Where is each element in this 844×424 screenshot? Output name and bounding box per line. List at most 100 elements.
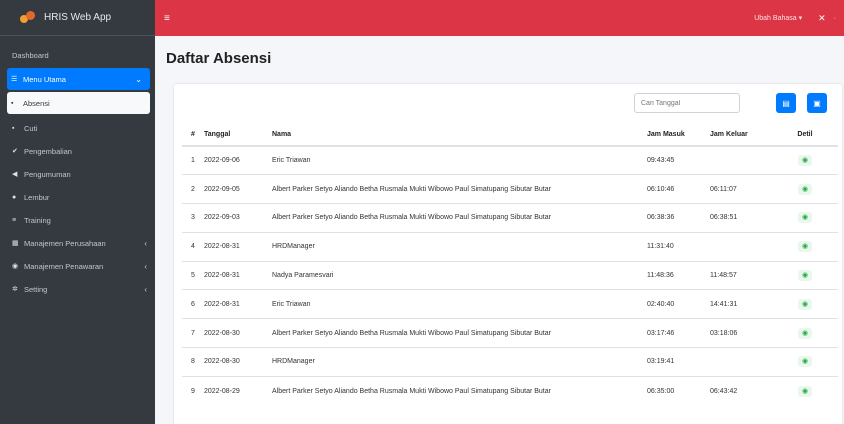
cell-time-in: 06:10:46: [647, 174, 710, 204]
calendar-icon: ▪: [12, 124, 15, 132]
expand-icon[interactable]: ✕: [818, 13, 826, 24]
cell-time-out: 03:18:06: [710, 318, 772, 348]
eye-icon[interactable]: ◉: [798, 212, 812, 224]
menu-icon[interactable]: ≡: [164, 13, 170, 24]
language-dropdown[interactable]: Ubah Bahasa ▾: [754, 14, 802, 22]
cell-time-in: 06:38:36: [647, 203, 710, 233]
header-time-in[interactable]: Jam Masuk: [647, 123, 710, 147]
eye-icon[interactable]: ◉: [798, 298, 812, 310]
sidebar-item-label: Cuti: [24, 123, 38, 133]
header-detail[interactable]: Detil: [772, 123, 838, 147]
cell-time-out: 06:38:51: [710, 203, 772, 233]
cell-date: 2022-08-29: [204, 375, 272, 406]
gear-icon: ✲: [12, 286, 18, 293]
cell-date: 2022-09-06: [204, 145, 272, 175]
sidebar-item-menu-utama[interactable]: ☰ Menu Utama ⌄: [7, 68, 150, 90]
cell-time-in: 03:19:41: [647, 347, 710, 377]
cell-name: Nadya Paramesvari: [272, 260, 647, 290]
cell-name: Albert Parker Setyo Aliando Betha Rusmal…: [272, 375, 647, 406]
sidebar-item-training[interactable]: ≡ Training: [0, 209, 155, 231]
cell-date: 2022-08-31: [204, 260, 272, 290]
building-icon: ▦: [12, 240, 19, 247]
eye-icon[interactable]: ◉: [798, 356, 812, 368]
sidebar-item-cuti[interactable]: ▪ Cuti: [0, 117, 155, 139]
sidebar-item-label: Lembur: [24, 192, 50, 202]
cell-time-out: 11:48:57: [710, 260, 772, 290]
table-row: 8 2022-08-30 HRDManager 03:19:41 ◉: [182, 347, 838, 377]
cell-detail: ◉: [772, 231, 838, 262]
sidebar-item-lembur[interactable]: ● Lembur: [0, 186, 155, 208]
cell-date: 2022-08-31: [204, 289, 272, 319]
sidebar-item-absensi[interactable]: ▪ Absensi: [7, 92, 150, 114]
handshake-icon: ◉: [12, 263, 19, 270]
cell-number: 6: [182, 289, 204, 319]
cell-detail: ◉: [772, 375, 838, 406]
cell-time-out: [710, 231, 772, 262]
header-number[interactable]: #: [182, 123, 204, 147]
training-icon: ≡: [12, 216, 17, 224]
check-icon: ✔: [12, 148, 18, 155]
cell-time-out: 06:43:42: [710, 375, 772, 406]
cell-name: HRDManager: [272, 231, 647, 262]
cell-name: HRDManager: [272, 347, 647, 377]
save-icon: ▣: [813, 98, 821, 108]
sidebar-item-setting[interactable]: ✲ Setting ‹: [0, 278, 155, 300]
eye-icon[interactable]: ◉: [798, 385, 812, 397]
cell-time-out: [710, 145, 772, 175]
sidebar-item-pengembalian[interactable]: ✔ Pengembalian: [0, 140, 155, 162]
cell-time-in: 11:48:36: [647, 260, 710, 290]
caret-down-icon: ▾: [798, 15, 803, 22]
chevron-left-icon: ‹: [144, 284, 147, 294]
table-row: 6 2022-08-31 Eric Triawan 02:40:40 14:41…: [182, 289, 838, 319]
cell-detail: ◉: [772, 289, 838, 319]
cell-detail: ◉: [772, 203, 838, 233]
table-row: 7 2022-08-30 Albert Parker Setyo Aliando…: [182, 318, 838, 348]
table-row: 4 2022-08-31 HRDManager 11:31:40 ◉: [182, 231, 838, 262]
cell-time-out: 14:41:31: [710, 289, 772, 319]
more-icon[interactable]: ·: [834, 15, 836, 22]
cell-number: 7: [182, 318, 204, 348]
cell-number: 4: [182, 231, 204, 262]
cell-name: Albert Parker Setyo Aliando Betha Rusmal…: [272, 318, 647, 348]
eye-icon[interactable]: ◉: [798, 241, 812, 253]
chevron-down-icon: ⌄: [135, 74, 142, 84]
cell-number: 3: [182, 203, 204, 233]
cell-name: Eric Triawan: [272, 145, 647, 175]
list-icon: ☰: [11, 76, 18, 83]
calendar-icon: ▪: [11, 99, 14, 107]
cell-date: 2022-09-05: [204, 174, 272, 204]
cell-time-in: 03:17:46: [647, 318, 710, 348]
app-title: HRIS Web App: [44, 12, 112, 23]
header-time-out[interactable]: Jam Keluar: [710, 123, 772, 147]
eye-icon[interactable]: ◉: [798, 183, 812, 195]
cell-name: Albert Parker Setyo Aliando Betha Rusmal…: [272, 203, 647, 233]
save-button[interactable]: ▣: [807, 93, 827, 113]
page-title: Daftar Absensi: [166, 50, 272, 67]
brand[interactable]: HRIS Web App: [0, 0, 155, 36]
cell-name: Eric Triawan: [272, 289, 647, 319]
eye-icon[interactable]: ◉: [798, 327, 812, 339]
sidebar-item-pengumuman[interactable]: ◀ Pengumuman: [0, 163, 155, 185]
cell-number: 2: [182, 174, 204, 204]
print-button[interactable]: ▤: [776, 93, 796, 113]
search-date-input[interactable]: [634, 93, 740, 113]
sidebar-item-manajemen-penawaran[interactable]: ◉ Manajemen Penawaran ‹: [0, 255, 155, 277]
table-row: 2 2022-09-05 Albert Parker Setyo Aliando…: [182, 174, 838, 204]
cell-number: 9: [182, 375, 204, 406]
eye-icon[interactable]: ◉: [798, 270, 812, 282]
header-name[interactable]: Nama: [272, 123, 647, 147]
table-header-row: # Tanggal Nama Jam Masuk Jam Keluar Deti…: [182, 123, 838, 147]
sidebar-item-manajemen-perusahaan[interactable]: ▦ Manajemen Perusahaan ‹: [0, 232, 155, 254]
sidebar-item-label: Menu Utama: [23, 74, 66, 84]
sidebar-item-dashboard[interactable]: Dashboard: [0, 45, 155, 65]
cell-date: 2022-08-31: [204, 231, 272, 262]
language-label: Ubah Bahasa: [754, 15, 797, 22]
header-date[interactable]: Tanggal: [204, 123, 272, 147]
sidebar-nav: Dashboard ☰ Menu Utama ⌄ ▪ Absensi ▪ Cut…: [0, 36, 155, 300]
chevron-left-icon: ‹: [144, 238, 147, 248]
main-content: Daftar Absensi ▤ ▣ # Tanggal Nama Jam Ma…: [155, 36, 844, 424]
sidebar-item-label: Setting: [24, 284, 48, 294]
top-navbar: ≡ Ubah Bahasa ▾ ✕ ·: [155, 0, 844, 36]
eye-icon[interactable]: ◉: [798, 155, 812, 167]
cell-date: 2022-08-30: [204, 347, 272, 377]
